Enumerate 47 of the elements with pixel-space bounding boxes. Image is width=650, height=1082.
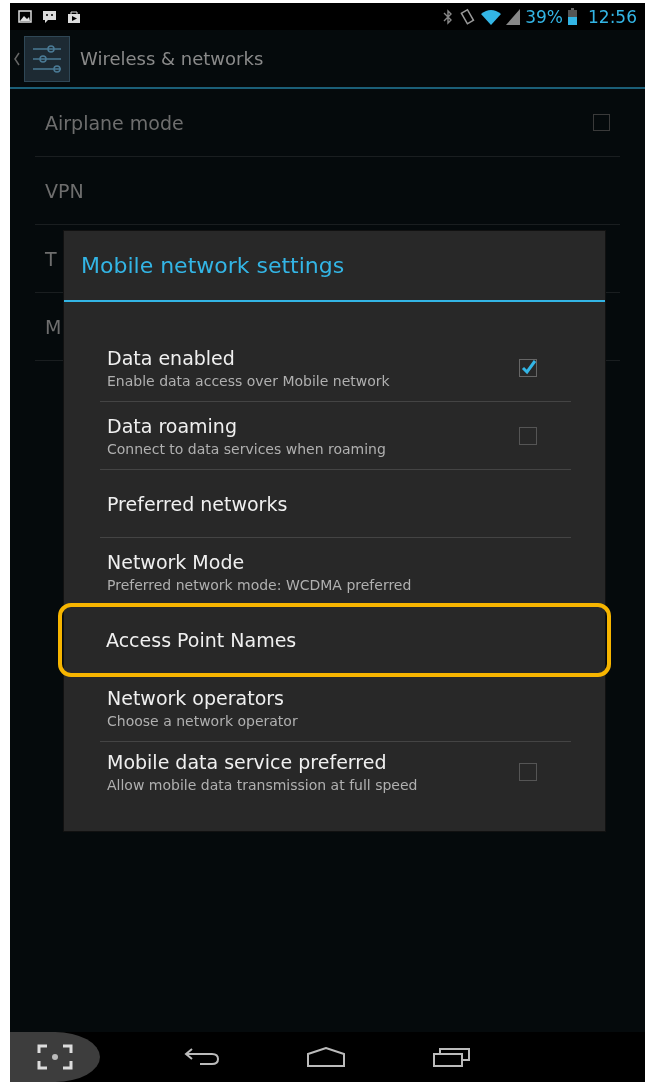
- checkbox[interactable]: [593, 114, 610, 131]
- battery-percent: 39%: [525, 6, 563, 27]
- setting-label: Airplane mode: [45, 111, 184, 134]
- screenshot-icon[interactable]: [37, 1044, 73, 1070]
- clock-time: 12:56: [588, 6, 637, 27]
- setting-summary: Choose a network operator: [107, 712, 298, 729]
- checked-checkbox[interactable]: [519, 358, 537, 377]
- setting-title: Mobile data service preferred: [107, 751, 388, 773]
- setting-row[interactable]: Data roaming Connect to data services when roaming: [100, 402, 571, 470]
- setting-summary: Preferred network mode: WCDMA preferred: [107, 576, 412, 593]
- setting-label: M: [45, 315, 62, 338]
- back-caret-icon[interactable]: [14, 51, 20, 66]
- setting-title: Network operators: [107, 686, 285, 709]
- setting-title: Network Mode: [107, 550, 246, 573]
- setting-summary: Enable data access over Mobile network: [107, 372, 390, 389]
- chat-icon: [42, 9, 57, 24]
- vibrate-icon: [458, 7, 477, 26]
- setting-title: Data enabled: [107, 346, 236, 369]
- shopping-bag-icon: [67, 9, 81, 24]
- settings-row[interactable]: Airplane mode: [35, 89, 620, 157]
- setting-title: Data roaming: [107, 414, 238, 437]
- setting-row[interactable]: Preferred networks: [100, 470, 571, 538]
- wifi-icon: [481, 8, 502, 25]
- home-icon[interactable]: [307, 1047, 346, 1067]
- battery-icon: [568, 8, 577, 25]
- bluetooth-icon: [443, 8, 454, 25]
- setting-row[interactable]: Data enabled Enable data access over Mobile network: [100, 334, 571, 402]
- dialog-title: Mobile network settings: [64, 231, 605, 302]
- setting-row[interactable]: Network Mode Preferred network mode: WCDMA preferred: [100, 538, 571, 606]
- recent-apps-icon[interactable]: [433, 1047, 472, 1067]
- setting-label: T: [45, 247, 57, 270]
- picture-icon: [18, 10, 32, 23]
- checkbox[interactable]: [519, 426, 537, 445]
- highlighted-setting-row[interactable]: Access Point Names: [61, 606, 608, 674]
- setting-row[interactable]: Mobile data service preferred Allow mobile data transmission at full speed: [100, 742, 571, 802]
- setting-summary: Allow mobile data transmission at full speed: [107, 777, 418, 793]
- settings-sliders-icon[interactable]: [24, 35, 70, 82]
- settings-row[interactable]: VPN: [35, 157, 620, 225]
- back-icon[interactable]: [183, 1047, 220, 1067]
- setting-label: VPN: [45, 179, 84, 202]
- checkbox[interactable]: [519, 763, 537, 781]
- screen-title: Wireless & networks: [80, 48, 264, 69]
- signal-icon: [506, 8, 521, 25]
- setting-row[interactable]: Network operators Choose a network operator: [100, 674, 571, 742]
- setting-summary: Connect to data services when roaming: [107, 440, 386, 457]
- setting-title: Access Point Names: [106, 628, 297, 651]
- setting-title: Preferred networks: [107, 492, 288, 515]
